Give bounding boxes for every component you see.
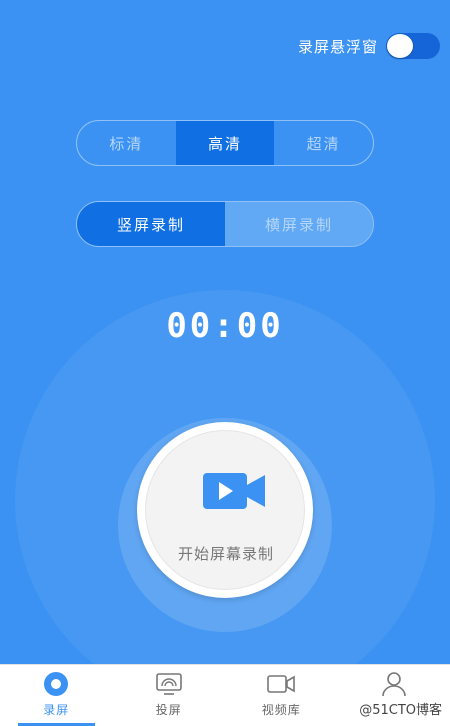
- profile-icon: [381, 672, 406, 697]
- app-screen: 录屏悬浮窗 标清 高清 超清 竖屏录制 横屏录制 00:00 开始屏幕录制 录屏…: [0, 0, 450, 726]
- nav-item-video-library[interactable]: 视频库: [225, 665, 338, 726]
- quality-option-uhd[interactable]: 超清: [274, 121, 373, 165]
- recording-timer: 00:00: [166, 306, 284, 346]
- float-window-toggle[interactable]: [386, 33, 440, 59]
- orientation-option-landscape[interactable]: 横屏录制: [225, 202, 373, 246]
- record-button-face: 开始屏幕录制: [145, 430, 305, 590]
- watermark-text: @51CTO博客: [359, 703, 442, 718]
- float-window-label: 录屏悬浮窗: [297, 37, 378, 56]
- quality-option-hd[interactable]: 高清: [175, 121, 275, 165]
- quality-option-sd[interactable]: 标清: [77, 121, 176, 165]
- nav-item-record[interactable]: 录屏: [0, 665, 113, 726]
- float-window-row: 录屏悬浮窗: [298, 30, 440, 62]
- nav-label-cast: 投屏: [155, 703, 182, 717]
- cast-screen-icon: [155, 673, 182, 695]
- start-recording-label: 开始屏幕录制: [177, 545, 274, 563]
- video-camera-icon: [203, 473, 265, 509]
- orientation-option-portrait[interactable]: 竖屏录制: [77, 202, 225, 246]
- record-icon: [44, 672, 69, 696]
- start-recording-button[interactable]: 开始屏幕录制: [137, 422, 313, 598]
- video-library-icon: [267, 675, 296, 693]
- nav-label-record: 录屏: [43, 703, 70, 717]
- orientation-selector: 竖屏录制 横屏录制: [76, 201, 374, 247]
- nav-label-video-library: 视频库: [261, 703, 301, 717]
- toggle-knob: [387, 34, 413, 58]
- nav-item-cast[interactable]: 投屏: [113, 665, 226, 726]
- quality-selector: 标清 高清 超清: [76, 120, 374, 166]
